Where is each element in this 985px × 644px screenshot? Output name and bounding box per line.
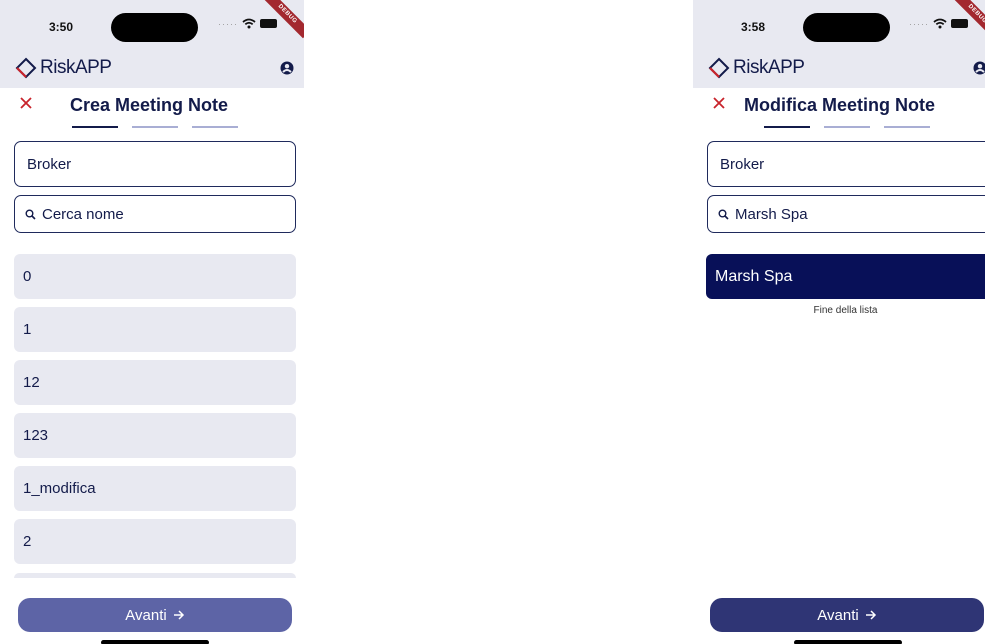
battery-icon [260, 19, 277, 28]
list-item-label: 12 [23, 374, 40, 391]
brand-name: RiskAPP [40, 57, 112, 78]
profile-icon[interactable] [973, 61, 985, 75]
list-item-label: 1 [23, 321, 32, 338]
list-item-label: 1_modifica [23, 480, 96, 497]
search-input[interactable]: Marsh Spa [707, 195, 985, 233]
list-item[interactable]: 2 [14, 519, 296, 564]
status-time: 3:58 [741, 20, 766, 34]
list-item[interactable]: 123 [14, 413, 296, 458]
category-value: Broker [27, 155, 72, 173]
search-input[interactable]: Cerca nome [14, 195, 296, 233]
battery-icon [951, 19, 968, 28]
brand-name: RiskAPP [733, 57, 805, 78]
close-icon[interactable] [712, 96, 726, 110]
edit-meeting-note-screen: 3:58 ····· DEBUG RiskAPP Modifica Meetin… [693, 0, 985, 644]
category-field[interactable]: Broker [707, 141, 985, 187]
step-2 [824, 126, 870, 128]
close-icon[interactable] [19, 96, 33, 110]
list-item[interactable]: 0 [14, 254, 296, 299]
app-header: 3:58 ····· DEBUG RiskAPP [693, 0, 985, 88]
dynamic-island [803, 13, 890, 42]
step-2 [132, 126, 178, 128]
status-icons: ····· [218, 18, 277, 29]
signal-dots-icon: ····· [909, 18, 929, 29]
app-header: 3:50 ····· DEBUG RiskAPP [0, 0, 304, 88]
title-row: Crea Meeting Note [0, 93, 304, 119]
list-item-label: 0 [23, 268, 32, 285]
end-of-list-text: Fine della lista [813, 305, 878, 316]
dynamic-island [111, 13, 198, 42]
brand-logo: RiskAPP [708, 57, 805, 79]
status-time: 3:50 [49, 20, 74, 34]
home-indicator [101, 640, 209, 644]
page-title: Crea Meeting Note [70, 95, 229, 115]
search-placeholder: Cerca nome [42, 205, 124, 223]
list-item-partial [14, 573, 296, 578]
category-value: Broker [720, 155, 765, 173]
signal-dots-icon: ····· [218, 18, 238, 29]
list-item[interactable]: 1 [14, 307, 296, 352]
profile-icon[interactable] [280, 61, 294, 75]
diamond-logo-icon [15, 57, 37, 79]
status-icons: ····· [909, 18, 968, 29]
step-1 [72, 126, 118, 128]
arrow-right-icon [173, 610, 184, 620]
wifi-icon [933, 18, 947, 29]
step-3 [192, 126, 238, 128]
next-button-label: Avanti [125, 606, 167, 624]
search-value: Marsh Spa [735, 205, 808, 223]
list-item[interactable]: 12 [14, 360, 296, 405]
list-item-selected[interactable]: Marsh Spa [706, 254, 985, 299]
list-item-label: Marsh Spa [715, 267, 793, 285]
arrow-right-icon [865, 610, 876, 620]
step-3 [884, 126, 930, 128]
category-field[interactable]: Broker [14, 141, 296, 187]
next-button[interactable]: Avanti [18, 598, 292, 632]
search-icon [718, 209, 729, 220]
wifi-icon [242, 18, 256, 29]
home-indicator [794, 640, 902, 644]
diamond-logo-icon [708, 57, 730, 79]
list-item[interactable]: 1_modifica [14, 466, 296, 511]
list-item-label: 2 [23, 533, 32, 550]
step-indicator [764, 126, 930, 128]
search-icon [25, 209, 36, 220]
list-item-label: 123 [23, 427, 49, 444]
step-1 [764, 126, 810, 128]
next-button[interactable]: Avanti [710, 598, 984, 632]
step-indicator [72, 126, 238, 128]
brand-logo: RiskAPP [15, 57, 112, 79]
page-title: Modifica Meeting Note [744, 95, 936, 115]
create-meeting-note-screen: 3:50 ····· DEBUG RiskAPP Crea Meeting No… [0, 0, 304, 644]
next-button-label: Avanti [817, 606, 859, 624]
title-row: Modifica Meeting Note [693, 93, 985, 119]
